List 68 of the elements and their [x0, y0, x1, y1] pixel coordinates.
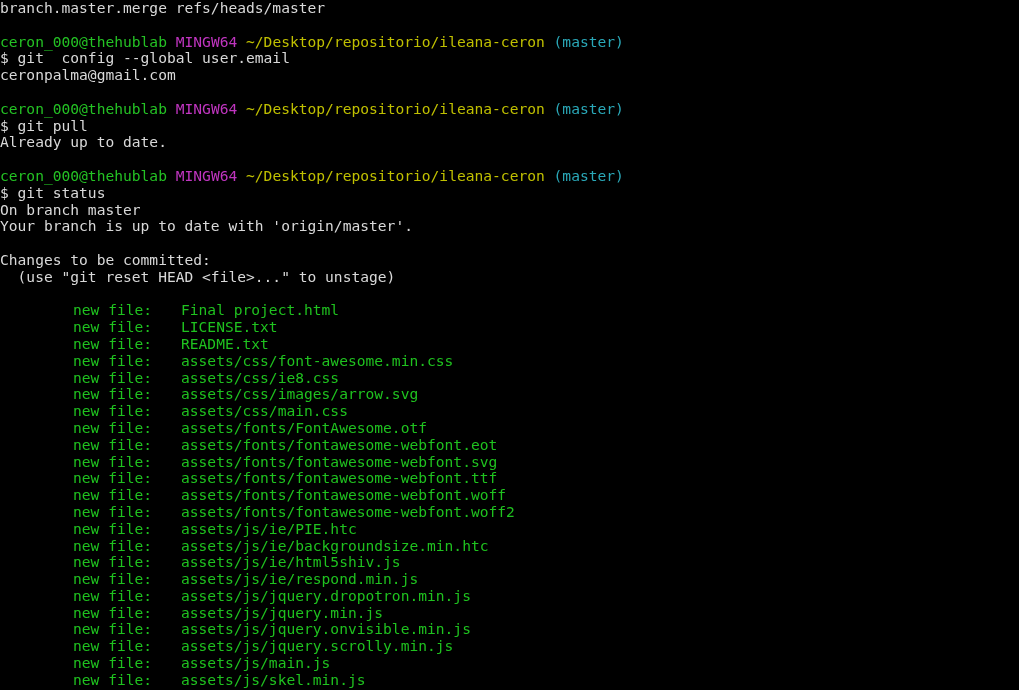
file-path: assets/js/ie/respond.min.js — [181, 571, 419, 588]
prompt-system: MINGW64 — [175, 167, 238, 185]
file-status: new file: — [73, 655, 154, 672]
prompt-path: ~/Desktop/repositorio/ileana-ceron — [246, 100, 545, 118]
file-status: new file: — [73, 470, 154, 488]
prompt-branch: (master) — [553, 33, 624, 51]
prompt-user: ceron_000@thehublab — [0, 100, 167, 118]
file-path: README.txt — [181, 335, 269, 353]
prompt-branch: (master) — [553, 167, 624, 185]
prompt-system: MINGW64 — [175, 100, 238, 118]
file-path: assets/fonts/fontawesome-webfont.svg — [181, 453, 498, 471]
file-status: new file: — [73, 621, 154, 639]
file-path: assets/js/ie/html5shiv.js — [181, 554, 401, 572]
file-status: new file: — [73, 520, 154, 538]
file-status: new file: — [73, 537, 154, 555]
file-status: new file: — [73, 554, 154, 572]
file-path: assets/fonts/fontawesome-webfont.eot — [181, 436, 498, 454]
output-line: Your branch is up to date with 'origin/master'. — [0, 218, 413, 236]
file-path: assets/js/ie/backgroundsize.min.htc — [181, 537, 489, 555]
file-path: assets/js/jquery.min.js — [181, 604, 384, 622]
output-line: Changes to be committed: — [0, 251, 211, 269]
file-status: new file: — [73, 487, 154, 504]
file-status: new file: — [73, 386, 154, 404]
file-path: LICENSE.txt — [181, 319, 278, 336]
file-status: new file: — [73, 571, 154, 588]
file-path: assets/js/ie/PIE.htc — [181, 520, 357, 538]
file-path: assets/css/images/arrow.svg — [181, 386, 419, 404]
output-line: ceronpalma@gmail.com — [0, 67, 176, 84]
output-line: (use "git reset HEAD <file>..." to unstage) — [17, 268, 396, 286]
file-path: assets/js/main.js — [181, 655, 331, 672]
output-line: Already up to date. — [0, 134, 167, 152]
file-path: assets/js/jquery.onvisible.min.js — [181, 621, 471, 639]
output-line: branch.master.merge refs/heads/master — [0, 0, 326, 17]
file-path: assets/css/main.css — [181, 403, 348, 420]
file-status: new file: — [73, 638, 154, 656]
command-line: $ git status — [0, 184, 106, 202]
prompt-branch: (master) — [553, 100, 624, 118]
file-status: new file: — [73, 453, 154, 471]
file-status: new file: — [73, 671, 154, 689]
command-line: $ git pull — [0, 117, 88, 135]
file-status: new file: — [73, 352, 154, 370]
file-status: new file: — [73, 419, 154, 437]
file-path: assets/js/skel.min.js — [181, 671, 366, 689]
prompt-path: ~/Desktop/repositorio/ileana-ceron — [246, 33, 545, 51]
file-status: new file: — [73, 587, 154, 605]
file-status: new file: — [73, 369, 154, 387]
prompt-path: ~/Desktop/repositorio/ileana-ceron — [246, 167, 545, 185]
file-status: new file: — [73, 604, 154, 622]
file-path: assets/fonts/FontAwesome.otf — [181, 419, 427, 437]
file-path: assets/fonts/fontawesome-webfont.woff2 — [181, 503, 515, 521]
prompt-system: MINGW64 — [175, 33, 238, 51]
prompt-user: ceron_000@thehublab — [0, 33, 167, 51]
file-path: assets/fonts/fontawesome-webfont.ttf — [181, 470, 498, 488]
file-status: new file: — [73, 302, 154, 320]
file-status: new file: — [73, 436, 154, 454]
file-path: assets/fonts/fontawesome-webfont.woff — [181, 487, 507, 504]
file-status: new file: — [73, 503, 154, 521]
file-path: Final project.html — [181, 302, 340, 320]
prompt-user: ceron_000@thehublab — [0, 167, 167, 185]
file-status: new file: — [73, 335, 154, 353]
file-path: assets/js/jquery.dropotron.min.js — [181, 587, 471, 605]
file-path: assets/js/jquery.scrolly.min.js — [181, 638, 454, 656]
command-line: $ git config --global user.email — [0, 50, 290, 68]
file-status: new file: — [73, 319, 154, 336]
file-path: assets/css/font-awesome.min.css — [181, 352, 454, 370]
file-status: new file: — [73, 403, 154, 420]
file-path: assets/css/ie8.css — [181, 369, 340, 387]
output-line: On branch master — [0, 201, 141, 219]
